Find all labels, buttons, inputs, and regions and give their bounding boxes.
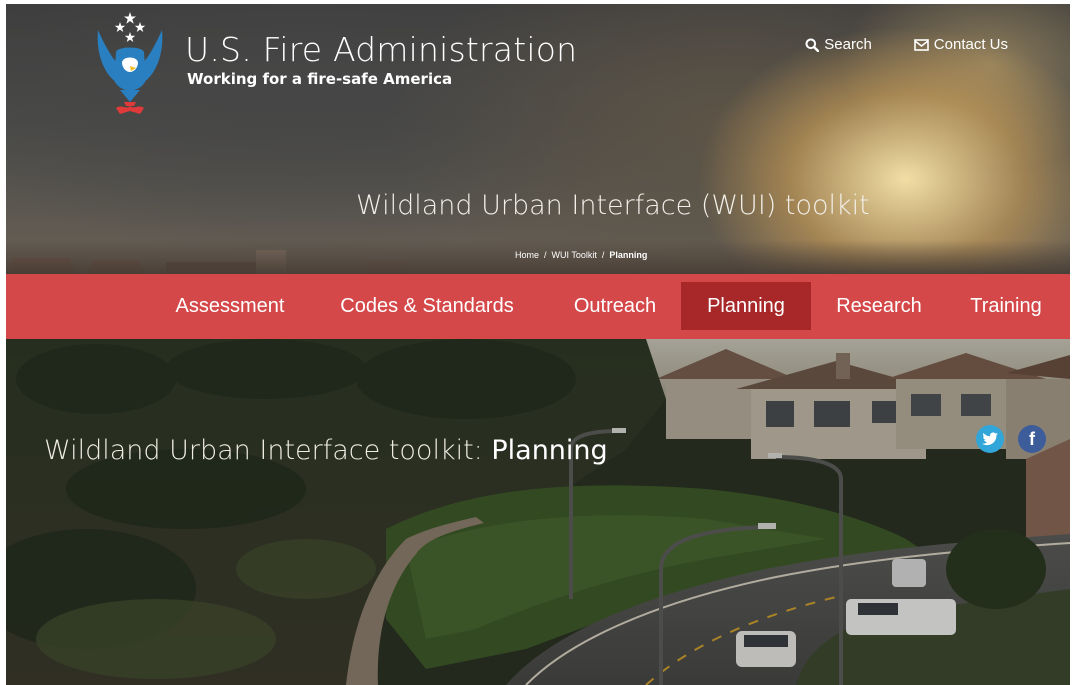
contact-us-link[interactable]: Contact Us bbox=[913, 36, 1008, 53]
brand-tagline: Working for a fire-safe America bbox=[187, 70, 453, 88]
eagle-stars-icon[interactable] bbox=[94, 10, 166, 120]
hero-title-prefix: Wildland Urban Interface toolkit: bbox=[44, 435, 492, 466]
utility-links: Search Contact Us bbox=[805, 36, 1008, 53]
nav-item-research[interactable]: Research bbox=[819, 274, 939, 339]
facebook-icon: f bbox=[1029, 429, 1035, 449]
nav-item-codes-standards[interactable]: Codes & Standards bbox=[320, 274, 534, 339]
twitter-icon bbox=[982, 432, 998, 446]
hero-photo bbox=[6, 339, 1070, 685]
hero-title: Wildland Urban Interface toolkit: Planni… bbox=[44, 435, 608, 466]
hero-title-highlight: Planning bbox=[491, 435, 608, 466]
nav-item-assessment[interactable]: Assessment bbox=[156, 274, 304, 339]
breadcrumb: Home / WUI Toolkit / Planning bbox=[515, 250, 647, 260]
page: U.S. Fire Administration Working for a f… bbox=[0, 0, 1072, 685]
breadcrumb-separator: / bbox=[601, 250, 605, 260]
search-link-label: Search bbox=[824, 36, 872, 53]
facebook-share-button[interactable]: f bbox=[1018, 425, 1046, 453]
contact-us-link-label: Contact Us bbox=[933, 36, 1008, 53]
nav-item-training[interactable]: Training bbox=[950, 274, 1062, 339]
section-title: Wildland Urban Interface (WUI) toolkit bbox=[356, 190, 870, 221]
search-link[interactable]: Search bbox=[805, 36, 872, 53]
breadcrumb-current: Planning bbox=[609, 250, 648, 260]
search-icon bbox=[805, 38, 820, 52]
envelope-icon bbox=[913, 38, 929, 51]
breadcrumb-separator: / bbox=[544, 250, 547, 260]
twitter-share-button[interactable] bbox=[976, 425, 1004, 453]
breadcrumb-home[interactable]: Home bbox=[515, 250, 539, 260]
hero-banner: Wildland Urban Interface toolkit: Planni… bbox=[6, 339, 1070, 685]
page-frame: U.S. Fire Administration Working for a f… bbox=[6, 4, 1070, 685]
nav-item-outreach[interactable]: Outreach bbox=[551, 274, 679, 339]
breadcrumb-wui-toolkit[interactable]: WUI Toolkit bbox=[552, 250, 597, 260]
brand-name[interactable]: U.S. Fire Administration bbox=[185, 30, 577, 69]
nav-item-planning[interactable]: Planning bbox=[681, 282, 811, 330]
main-nav: Assessment Codes & Standards Outreach Pl… bbox=[6, 274, 1070, 339]
